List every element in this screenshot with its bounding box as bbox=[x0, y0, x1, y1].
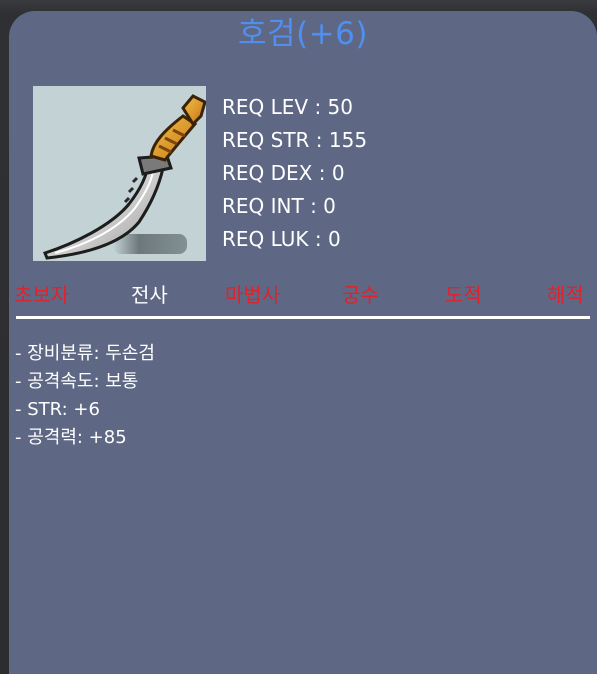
section-divider bbox=[16, 316, 590, 319]
item-title: 호검(+6) bbox=[238, 16, 368, 52]
req-dex: REQ DEX : 0 bbox=[222, 161, 345, 185]
job-magician: 마법사 bbox=[225, 283, 281, 307]
stat-str: - STR: +6 bbox=[15, 399, 100, 420]
req-luk: REQ LUK : 0 bbox=[222, 227, 341, 251]
req-int: REQ INT : 0 bbox=[222, 194, 336, 218]
req-level: REQ LEV : 50 bbox=[222, 95, 353, 119]
job-bowman: 궁수 bbox=[342, 283, 379, 307]
job-warrior: 전사 bbox=[131, 283, 168, 307]
stat-equip-type: - 장비분류: 두손검 bbox=[15, 343, 155, 364]
stat-attack-speed: - 공격속도: 보통 bbox=[15, 371, 139, 392]
item-stats: - 장비분류: 두손검 - 공격속도: 보통 - STR: +6 - 공격력: … bbox=[15, 340, 155, 452]
item-tooltip: 호검(+6) REQ LEV: 50 REQ STR: 155 REQ DE… bbox=[9, 11, 597, 674]
screen: 호검(+6) REQ LEV: 50 REQ STR: 155 REQ DE… bbox=[0, 0, 597, 674]
curved-sword-icon bbox=[43, 94, 206, 260]
req-str: REQ STR : 155 bbox=[222, 128, 368, 152]
requirements-list: REQ LEV : 50 REQ STR : 155 REQ DEX : 0 R… bbox=[222, 91, 367, 256]
job-beginner: 초보자 bbox=[14, 283, 70, 307]
job-thief: 도적 bbox=[445, 283, 482, 307]
job-pirate: 해적 bbox=[547, 283, 584, 307]
job-restrictions: 초보자 전사 마법사 궁수 도적 해적 bbox=[9, 277, 597, 313]
handle-shape bbox=[149, 114, 198, 162]
stat-attack: - 공격력: +85 bbox=[15, 427, 127, 448]
item-icon-frame bbox=[33, 86, 206, 261]
